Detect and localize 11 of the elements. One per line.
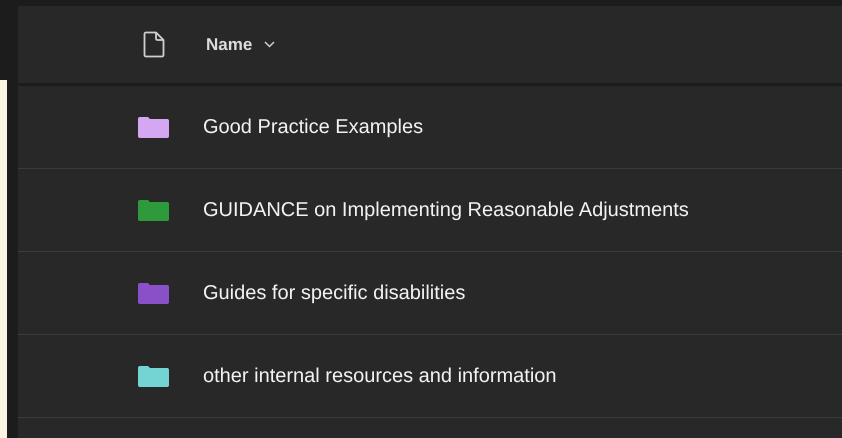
folder-name: Good Practice Examples bbox=[203, 116, 424, 138]
folder-row[interactable]: other internal resources and information bbox=[18, 335, 842, 418]
file-icon bbox=[143, 31, 165, 58]
folder-name: Guides for specific disabilities bbox=[203, 282, 466, 304]
folder-row[interactable]: Good Practice Examples bbox=[18, 86, 842, 169]
name-column-header[interactable]: Name bbox=[206, 34, 276, 54]
folder-name: other internal resources and information bbox=[203, 364, 557, 388]
folder-name: GUIDANCE on Implementing Reasonable Adjustments bbox=[203, 198, 689, 222]
chevron-down-icon bbox=[264, 41, 276, 48]
folder-row[interactable]: Guides for specific disabilities bbox=[18, 252, 842, 335]
folder-row[interactable]: GUIDANCE on Implementing Reasonable Adjustments bbox=[18, 169, 842, 252]
